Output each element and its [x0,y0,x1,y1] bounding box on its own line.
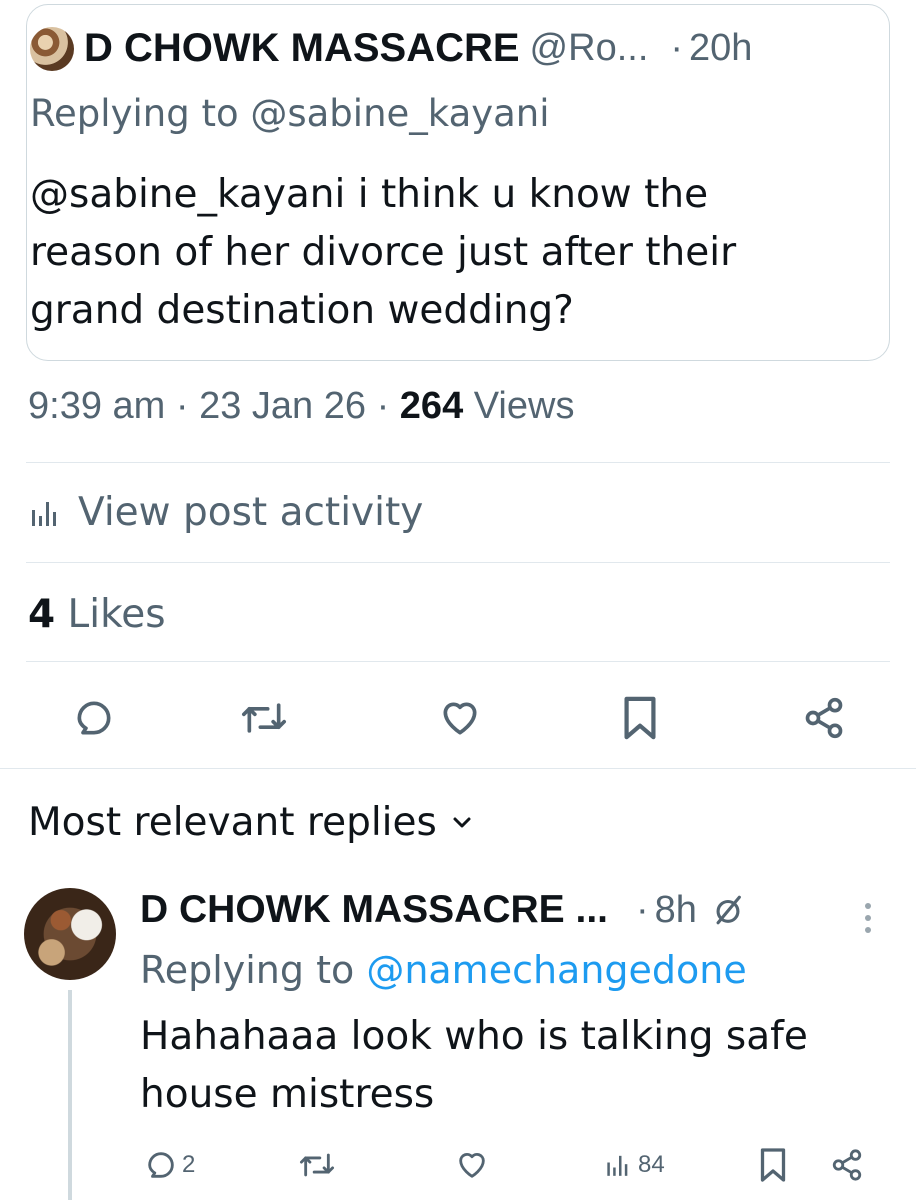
quoted-replying-to: Replying to @sabine_kayani [30,92,550,135]
reply-replying-to: Replying to @namechangedone [140,948,747,992]
divider [0,768,916,769]
separator-dot: · [670,27,684,69]
repost-icon [299,1153,334,1177]
chevron-down-icon [453,817,471,827]
quoted-post-header: D CHOWK MASSACRE @Ro... · 20h [30,26,850,71]
replying-prefix: Replying to [140,948,367,992]
share-icon [805,697,843,739]
analytics-icon [607,1155,628,1176]
reply-bookmark-button[interactable] [758,1142,792,1188]
reply-author-avatar[interactable] [24,888,116,980]
views-label: Views [463,385,575,427]
separator-dot: · [636,888,649,931]
divider [26,661,890,662]
heart-icon [443,702,477,735]
post-meta: 9:39 am · 23 Jan 26 · 264 Views [28,385,574,428]
replying-handle[interactable]: @namechangedone [366,948,746,992]
replying-handle[interactable]: @sabine_kayani [250,92,549,135]
quoted-post-time[interactable]: 20h [689,27,752,70]
reply-views-button[interactable]: 84 [604,1142,665,1188]
view-post-activity-label: View post activity [78,490,424,535]
analytics-icon [32,501,56,526]
likes-count-link[interactable]: 4 Likes [28,592,166,637]
reply-header: D CHOWK MASSACRE ... · 8h [140,888,745,932]
divider [26,462,890,463]
replies-sort-label: Most relevant replies [28,800,437,845]
reply-author-name[interactable]: D CHOWK MASSACRE ... [140,888,608,932]
share-icon [832,1149,862,1181]
replies-sort-dropdown[interactable]: Most relevant replies [28,800,473,845]
like-button[interactable] [432,690,488,746]
quoted-author-handle[interactable]: @Ro... [530,27,649,70]
reply-reply-button[interactable]: 2 [144,1142,195,1188]
separator-dot: · [366,385,400,427]
reply-like-button[interactable] [454,1142,494,1188]
grok-icon[interactable] [711,893,745,927]
reply-button[interactable] [66,690,122,746]
likes-label: Likes [55,592,166,637]
divider [26,562,890,563]
replying-prefix: Replying to [30,92,251,135]
views-count: 264 [399,385,464,427]
reply-time[interactable]: 8h [655,889,697,932]
more-options-button[interactable] [858,900,878,941]
quoted-post-body: @sabine_kayani i think u know the reason… [30,172,737,333]
heart-icon [459,1153,485,1178]
bookmark-icon [760,1148,786,1182]
post-time[interactable]: 9:39 am [28,385,165,427]
repost-icon [241,703,286,733]
repost-button[interactable] [236,690,292,746]
reply-count: 2 [182,1151,196,1178]
view-post-activity-link[interactable]: View post activity [28,490,423,535]
quoted-author-name[interactable]: D CHOWK MASSACRE [84,26,520,71]
post-date[interactable]: 23 Jan 26 [199,385,366,427]
reply-icon [77,701,111,735]
more-vertical-icon [865,903,871,933]
likes-count: 4 [28,592,56,637]
reply-icon [148,1152,174,1178]
bookmark-icon [624,696,656,740]
reply-share-button[interactable] [830,1142,868,1188]
bookmark-button[interactable] [612,690,668,746]
reply-action-bar: 2 84 [0,1142,916,1188]
reply-repost-button[interactable] [298,1142,340,1188]
reply-body: Hahahaaa look who is talking safe house … [140,1014,808,1117]
reply-views-count: 84 [638,1151,665,1178]
quoted-author-avatar[interactable] [30,26,74,71]
post-action-bar [0,690,916,746]
share-button[interactable] [796,690,852,746]
separator-dot: · [165,385,200,427]
